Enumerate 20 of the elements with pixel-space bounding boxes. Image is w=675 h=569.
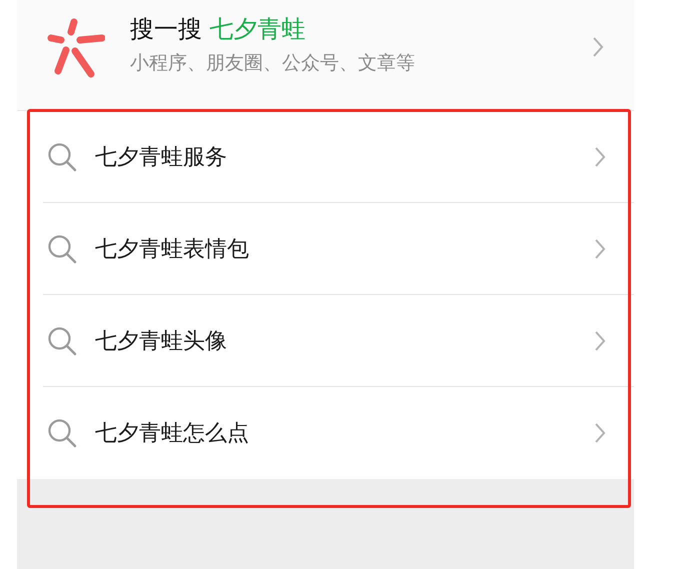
- suggestion-item[interactable]: 七夕青蛙头像: [43, 295, 634, 387]
- suggestion-text: 七夕青蛙服务: [95, 144, 228, 172]
- search-entry[interactable]: 搜一搜 七夕青蛙 小程序、朋友圈、公众号、文章等: [17, 0, 634, 110]
- search-title: 搜一搜 七夕青蛙: [130, 14, 307, 44]
- suggestion-text: 七夕青蛙头像: [95, 328, 228, 356]
- search-icon: [47, 234, 77, 264]
- chevron-right-icon: [594, 238, 606, 260]
- chevron-right-icon: [594, 422, 606, 444]
- suggestion-item[interactable]: 七夕青蛙怎么点: [43, 387, 634, 479]
- suggestion-item[interactable]: 七夕青蛙表情包: [43, 203, 634, 295]
- search-icon: [47, 326, 77, 356]
- chevron-right-icon: [594, 330, 606, 352]
- search-icon: [47, 418, 77, 448]
- chevron-right-icon: [592, 36, 604, 58]
- suggestion-item[interactable]: 七夕青蛙服务: [43, 111, 634, 203]
- suggestion-text: 七夕青蛙表情包: [95, 236, 250, 264]
- chevron-right-icon: [594, 146, 606, 168]
- search-icon: [47, 142, 77, 172]
- suggestion-text: 七夕青蛙怎么点: [95, 420, 250, 448]
- search-subtitle: 小程序、朋友圈、公众号、文章等: [130, 50, 416, 76]
